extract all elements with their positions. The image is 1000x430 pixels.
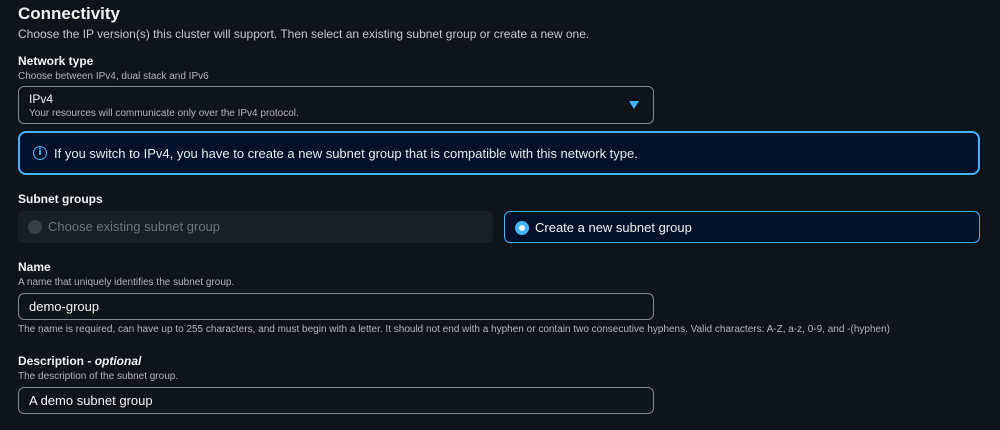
radio-selected-icon bbox=[515, 221, 529, 235]
name-hint: A name that uniquely identifies the subn… bbox=[18, 277, 235, 288]
description-label-text: Description bbox=[18, 354, 85, 368]
network-type-label: Network type bbox=[18, 54, 94, 68]
optional-tag: optional bbox=[94, 354, 142, 368]
description-label: Description - optional bbox=[18, 354, 142, 368]
connectivity-section: Connectivity Choose the IP version(s) th… bbox=[0, 0, 1000, 430]
radio-choose-existing-subnet-group: Choose existing subnet group bbox=[18, 211, 493, 243]
network-type-selected-value: IPv4 bbox=[29, 92, 54, 106]
network-type-selected-description: Your resources will communicate only ove… bbox=[29, 108, 299, 119]
description-hint: The description of the subnet group. bbox=[18, 371, 179, 382]
info-icon: i bbox=[33, 146, 47, 160]
name-input[interactable] bbox=[18, 293, 654, 320]
section-description: Choose the IP version(s) this cluster wi… bbox=[18, 27, 590, 41]
radio-button-icon bbox=[28, 220, 42, 234]
info-alert: i If you switch to IPv4, you have to cre… bbox=[18, 131, 980, 175]
section-title: Connectivity bbox=[18, 4, 121, 23]
radio-label: Create a new subnet group bbox=[535, 220, 692, 235]
description-input[interactable] bbox=[18, 387, 654, 414]
network-type-select[interactable]: IPv4 Your resources will communicate onl… bbox=[18, 86, 654, 124]
info-alert-text: If you switch to IPv4, you have to creat… bbox=[54, 146, 638, 161]
network-type-hint: Choose between IPv4, dual stack and IPv6 bbox=[18, 71, 209, 82]
name-constraint-text: The name is required, can have up to 255… bbox=[18, 324, 890, 335]
radio-create-new-subnet-group[interactable]: Create a new subnet group bbox=[504, 211, 980, 243]
subnet-groups-label: Subnet groups bbox=[18, 192, 103, 206]
caret-down-icon bbox=[629, 101, 639, 109]
radio-label: Choose existing subnet group bbox=[48, 219, 221, 234]
name-label: Name bbox=[18, 260, 51, 274]
